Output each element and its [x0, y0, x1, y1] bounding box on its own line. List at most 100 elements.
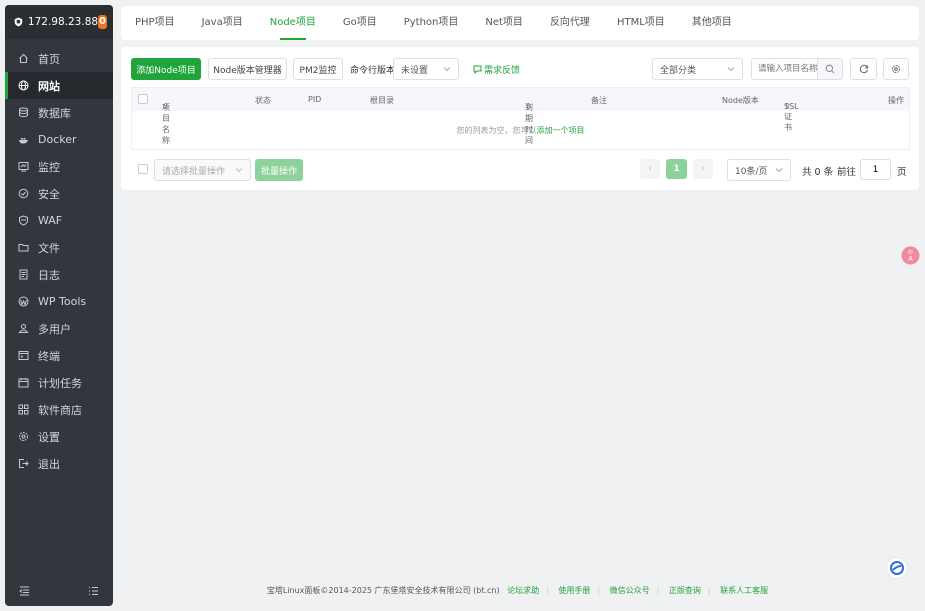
footer-separator: |	[546, 586, 549, 595]
tab-python[interactable]: Python项目	[404, 6, 459, 40]
sidebar-item-home[interactable]: 首页	[5, 45, 113, 72]
logout-icon	[18, 458, 29, 469]
chevron-down-icon	[235, 168, 243, 173]
sidebar-item-label: 终端	[38, 349, 60, 363]
tab-go[interactable]: Go项目	[343, 6, 377, 40]
cmd-version-select[interactable]: 未设置	[393, 58, 459, 80]
sidebar-item-label: WAF	[38, 214, 63, 227]
footer-separator: |	[656, 586, 660, 595]
col-node-version: Node版本	[722, 96, 759, 105]
batch-action-select[interactable]: 请选择批量操作	[154, 159, 251, 181]
next-page-button[interactable]: ›	[693, 159, 713, 179]
page-footer: 宝塔Linux面板©2014-2025 广东堡塔安全技术有限公司 (bt.cn)…	[121, 585, 919, 596]
sidebar-item-security[interactable]: 安全	[5, 180, 113, 207]
sidebar-nav: 首页 网站 数据库 Docker 监控 安全 WAF 文件 日志 WP Tool…	[5, 45, 113, 477]
gear-icon	[18, 431, 29, 442]
tab-java[interactable]: Java项目	[202, 6, 243, 40]
sidebar-item-website[interactable]: 网站	[5, 72, 113, 99]
pm2-monitor-button[interactable]: PM2监控	[293, 58, 343, 80]
cmd-version-value: 未设置	[401, 65, 429, 76]
sidebar-item-settings[interactable]: 设置	[5, 423, 113, 450]
footer-link-wechat[interactable]: 微信公众号	[610, 586, 650, 595]
settings-button[interactable]	[883, 58, 909, 80]
sidebar-item-cron[interactable]: 计划任务	[5, 369, 113, 396]
add-node-project-button[interactable]: 添加Node项目	[131, 58, 201, 80]
tab-other[interactable]: 其他项目	[692, 6, 732, 40]
tab-reverse-proxy[interactable]: 反向代理	[550, 6, 590, 40]
wordpress-icon	[18, 296, 29, 307]
sidebar-item-waf[interactable]: WAF	[5, 207, 113, 234]
translate-icon: 中A	[901, 246, 920, 265]
sidebar-item-label: 软件商店	[38, 403, 82, 417]
collapse-sidebar-icon[interactable]	[19, 586, 30, 596]
search-button[interactable]	[817, 58, 843, 80]
sidebar-footer	[5, 586, 113, 596]
chevron-right-icon: ›	[701, 164, 705, 174]
category-select[interactable]: 全部分类	[652, 58, 743, 80]
batch-select-checkbox[interactable]	[138, 164, 148, 174]
sidebar-item-database[interactable]: 数据库	[5, 99, 113, 126]
main-panel: 添加Node项目 Node版本管理器 PM2监控 命令行版本 未设置 需求反馈 …	[121, 47, 919, 190]
footer-link-support[interactable]: 联系人工客服	[720, 586, 768, 595]
server-ip[interactable]: 172.98.23.88	[28, 16, 98, 28]
page-size-select[interactable]: 10条/页	[727, 159, 791, 181]
home-icon	[18, 53, 29, 64]
sidebar-item-app-store[interactable]: 软件商店	[5, 396, 113, 423]
chevron-left-icon: ‹	[648, 164, 652, 174]
page-1-button[interactable]: 1	[666, 159, 687, 179]
menu-icon[interactable]	[88, 586, 99, 596]
sidebar-item-terminal[interactable]: 终端	[5, 342, 113, 369]
project-type-tabs: PHP项目 Java项目 Node项目 Go项目 Python项目 Net项目 …	[121, 6, 919, 40]
sidebar-item-logout[interactable]: 退出	[5, 450, 113, 477]
tab-html[interactable]: HTML项目	[617, 6, 665, 40]
sort-icon: ⇳	[784, 102, 791, 111]
page-size-value: 10条/页	[735, 166, 768, 177]
table-header: 项目名称 ⇳ 状态 PID 根目录 到期时间 ⇳ 备注 Node版本 SSL证书…	[132, 88, 909, 145]
refresh-icon	[859, 64, 868, 74]
refresh-button[interactable]	[850, 58, 877, 80]
add-project-link[interactable]: 添加一个项目	[537, 126, 585, 135]
server-header: 172.98.23.88 0	[5, 5, 113, 39]
sidebar-item-label: 多用户	[38, 322, 71, 336]
sidebar-item-monitor[interactable]: 监控	[5, 153, 113, 180]
batch-action-button[interactable]: 批量操作	[255, 159, 303, 181]
footer-link-license-check[interactable]: 正版查询	[669, 586, 701, 595]
support-chat-button[interactable]	[886, 557, 908, 582]
sidebar-item-label: 安全	[38, 187, 60, 201]
tab-node[interactable]: Node项目	[270, 6, 316, 40]
col-status: 状态	[255, 96, 271, 105]
sidebar-item-logs[interactable]: 日志	[5, 261, 113, 288]
feedback-icon	[473, 65, 482, 74]
sidebar-item-files[interactable]: 文件	[5, 234, 113, 261]
sidebar-item-label: Docker	[38, 133, 77, 146]
sidebar-item-docker[interactable]: Docker	[5, 126, 113, 153]
total-count: 共 0 条	[802, 167, 834, 178]
goto-label: 前往	[837, 167, 857, 178]
footer-link-manual[interactable]: 使用手册	[558, 586, 590, 595]
sort-icon: ⇳	[525, 102, 532, 111]
terminal-icon	[18, 350, 29, 361]
select-all-checkbox[interactable]	[138, 94, 148, 104]
sidebar-item-multiuser[interactable]: 多用户	[5, 315, 113, 342]
col-actions: 操作	[888, 96, 904, 105]
translate-button[interactable]: 中A	[901, 246, 920, 268]
sidebar-item-wp-tools[interactable]: WP Tools	[5, 288, 113, 315]
node-version-manager-button[interactable]: Node版本管理器	[208, 58, 287, 80]
sort-icon: ⇳	[162, 102, 169, 111]
tab-php[interactable]: PHP项目	[135, 6, 175, 40]
calendar-icon	[18, 377, 29, 388]
search-input[interactable]	[751, 58, 818, 80]
sidebar-item-label: 首页	[38, 52, 60, 66]
prev-page-button[interactable]: ‹	[640, 159, 660, 179]
footer-link-forum[interactable]: 论坛求助	[507, 586, 539, 595]
feedback-link[interactable]: 需求反馈	[473, 63, 520, 76]
tab-net[interactable]: Net项目	[485, 6, 523, 40]
sidebar-item-label: 日志	[38, 268, 60, 282]
goto-page-input[interactable]	[860, 159, 891, 180]
footer-separator: |	[707, 586, 711, 595]
globe-icon	[18, 80, 29, 91]
sidebar-item-label: 数据库	[38, 106, 71, 120]
sidebar-item-label: 文件	[38, 241, 60, 255]
alert-count-badge[interactable]: 0	[98, 15, 107, 29]
batch-action-placeholder: 请选择批量操作	[162, 166, 226, 177]
